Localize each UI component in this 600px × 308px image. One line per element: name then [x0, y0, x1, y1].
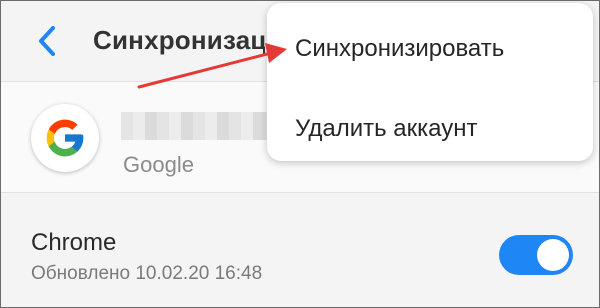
google-logo-icon	[31, 104, 99, 172]
sync-toggle[interactable]	[499, 235, 573, 275]
app-screen: Синхронизация Google Chrome Обновлено 10…	[0, 0, 600, 308]
account-email-blurred	[121, 112, 271, 140]
sync-item-chrome[interactable]: Chrome Обновлено 10.02.20 16:48	[1, 201, 599, 307]
menu-item-sync-now[interactable]: Синхронизировать	[295, 35, 504, 63]
toggle-knob	[537, 239, 569, 271]
account-type-label: Google	[123, 152, 194, 177]
overflow-menu: Синхронизировать Удалить аккаунт	[267, 3, 593, 161]
page-title: Синхронизация	[93, 25, 265, 55]
menu-item-remove-account[interactable]: Удалить аккаунт	[295, 115, 478, 143]
sync-item-name: Chrome	[31, 229, 117, 256]
chevron-left-icon	[39, 26, 55, 56]
back-button[interactable]	[29, 23, 65, 59]
sync-item-updated: Обновлено 10.02.20 16:48	[31, 263, 263, 284]
